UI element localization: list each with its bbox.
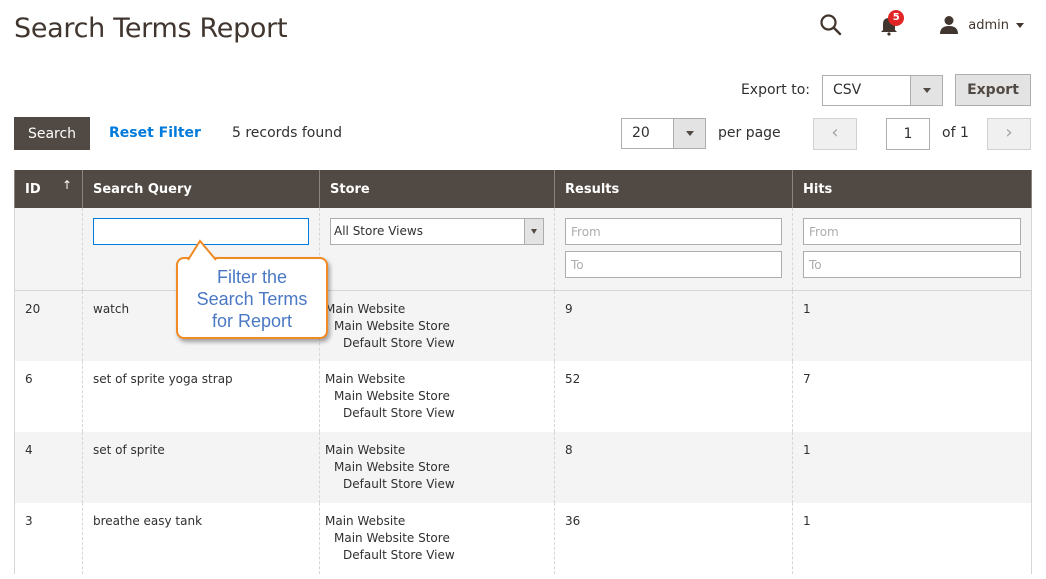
store-filter-select[interactable]: All Store Views (330, 218, 544, 245)
callout-line: Search Terms (196, 289, 308, 309)
store-store: Main Website Store (334, 318, 450, 333)
column-header-search-query[interactable]: Search Query (82, 170, 320, 208)
user-name: admin (968, 17, 1009, 33)
notifications-badge: 5 (888, 10, 905, 26)
sort-ascending-icon: ↑ (61, 178, 72, 192)
cell-results: 52 (554, 361, 793, 432)
next-page-button[interactable]: › (987, 118, 1031, 150)
global-search-button[interactable] (819, 13, 843, 37)
store-view: Default Store View (343, 335, 455, 350)
cell-hits: 1 (792, 432, 1032, 503)
user-icon (940, 16, 959, 34)
filter-store-cell: All Store Views (319, 208, 555, 291)
cell-store: Main Website Main Website Store Default … (319, 432, 555, 503)
store-store: Main Website Store (334, 531, 450, 545)
results-from-input[interactable] (565, 218, 782, 245)
store-filter-value: All Store Views (334, 224, 423, 238)
chevron-left-icon: ‹ (831, 122, 839, 143)
page-title: Search Terms Report (14, 13, 288, 44)
total-pages: of 1 (942, 125, 969, 141)
grid-toolbar: Search Reset Filter 5 records found 20 p… (14, 117, 1031, 150)
per-page-value: 20 (632, 125, 650, 141)
cell-query: breathe easy tank (82, 503, 320, 574)
previous-page-button[interactable]: ‹ (813, 118, 857, 150)
column-header-hits[interactable]: Hits (792, 170, 1032, 208)
dropdown-arrow-icon (910, 75, 942, 105)
cell-hits: 1 (792, 503, 1032, 574)
annotation-callout: Filter the Search Terms for Report (176, 257, 328, 339)
reset-filter-link[interactable]: Reset Filter (109, 125, 201, 141)
current-page-input[interactable]: 1 (886, 118, 930, 150)
search-icon (820, 14, 842, 36)
chevron-right-icon: › (1005, 122, 1013, 143)
table-row[interactable]: 6 set of sprite yoga strap Main Website … (14, 361, 1032, 432)
grid-header-row: ID ↑ Search Query Store Results Hits (14, 170, 1032, 208)
column-header-store[interactable]: Store (319, 170, 555, 208)
store-view: Default Store View (343, 548, 455, 562)
filter-hits-cell (792, 208, 1032, 291)
cell-store: Main Website Main Website Store Default … (319, 503, 555, 574)
export-button[interactable]: Export (955, 74, 1031, 106)
cell-store: Main Website Main Website Store Default … (319, 361, 555, 432)
cell-id: 6 (14, 361, 83, 432)
store-website: Main Website (325, 372, 406, 386)
store-store: Main Website Store (334, 389, 450, 403)
per-page-label: per page (718, 125, 781, 141)
export-controls: Export to: CSV Export (741, 74, 1031, 106)
table-row[interactable]: 20 watch Main Website Main Website Store… (14, 290, 1032, 361)
export-label: Export to: (740, 82, 810, 98)
cell-id: 4 (14, 432, 83, 503)
filter-results-cell (554, 208, 793, 291)
store-website: Main Website (325, 301, 406, 316)
column-header-id[interactable]: ID ↑ (14, 170, 83, 208)
table-row[interactable]: 4 set of sprite Main Website Main Websit… (14, 432, 1032, 503)
filter-id-cell (14, 208, 83, 291)
cell-results: 36 (554, 503, 793, 574)
store-website: Main Website (325, 514, 406, 528)
cell-results: 9 (554, 290, 793, 361)
hits-to-input[interactable] (803, 251, 1021, 278)
callout-pointer (187, 239, 217, 261)
store-view: Default Store View (343, 477, 455, 491)
records-count: 5 records found (232, 125, 342, 141)
cell-store: Main Website Main Website Store Default … (319, 290, 555, 361)
cell-query: set of sprite yoga strap (82, 361, 320, 432)
table-row[interactable]: 3 breathe easy tank Main Website Main We… (14, 503, 1032, 574)
per-page-select[interactable]: 20 (621, 118, 706, 149)
callout-line: for Report (211, 311, 293, 331)
dropdown-arrow-icon (524, 219, 543, 244)
cell-hits: 1 (792, 290, 1032, 361)
cell-hits: 7 (792, 361, 1032, 432)
store-store: Main Website Store (334, 460, 450, 474)
search-terms-grid: ID ↑ Search Query Store Results Hits All… (14, 170, 1032, 574)
header-actions: 5 admin (819, 10, 1024, 40)
search-button[interactable]: Search (14, 117, 90, 150)
callout-line: Filter the (216, 267, 288, 287)
export-format-select[interactable]: CSV (822, 74, 943, 106)
filter-row: All Store Views (14, 208, 1032, 291)
user-menu[interactable]: admin (939, 15, 1024, 35)
dropdown-arrow-icon (673, 119, 705, 148)
chevron-down-icon (1016, 22, 1024, 28)
cell-results: 8 (554, 432, 793, 503)
store-website: Main Website (325, 443, 406, 457)
results-to-input[interactable] (565, 251, 782, 278)
cell-query: set of sprite (82, 432, 320, 503)
column-header-results[interactable]: Results (554, 170, 793, 208)
export-format-value: CSV (833, 81, 862, 98)
cell-id: 3 (14, 503, 83, 574)
cell-id: 20 (14, 290, 83, 361)
store-view: Default Store View (343, 406, 455, 420)
hits-from-input[interactable] (803, 218, 1021, 245)
notifications-button[interactable]: 5 (877, 10, 905, 37)
